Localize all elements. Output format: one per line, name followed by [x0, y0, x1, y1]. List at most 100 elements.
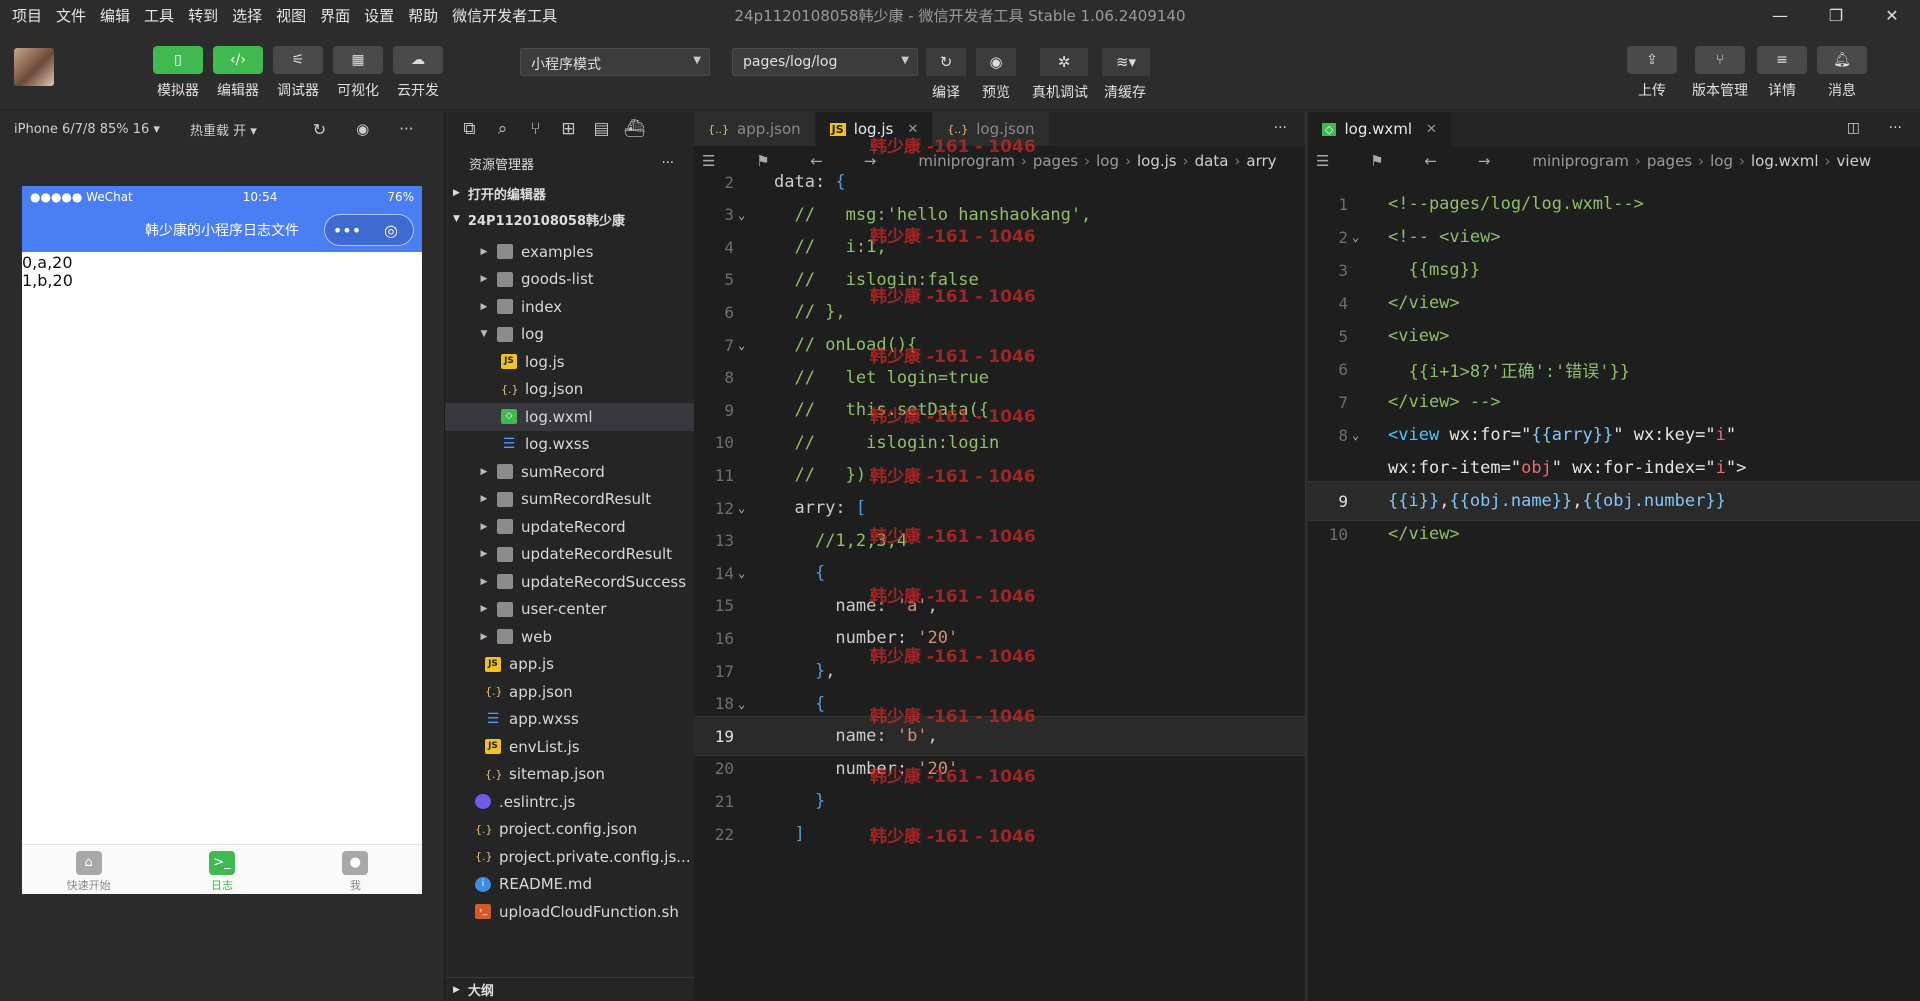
tree-item[interactable]: ◇log.wxml	[445, 403, 694, 431]
record-icon[interactable]: ◉	[356, 120, 369, 138]
maximize-icon[interactable]: ❐	[1808, 0, 1864, 30]
menu-item-goto[interactable]: 转到	[188, 5, 218, 26]
debugger-button[interactable]: ⚟ 调试器	[272, 46, 324, 100]
minimize-icon[interactable]: —	[1752, 0, 1808, 30]
fold-icon[interactable]: ⌄	[1352, 428, 1359, 442]
tab-app-json[interactable]: {..} app.json	[694, 112, 816, 146]
menu-item-select[interactable]: 选择	[232, 5, 262, 26]
upload-button[interactable]: ⇪ 上传	[1626, 46, 1678, 100]
tab-quick-start[interactable]: ⌂ 快速开始	[22, 845, 155, 894]
tree-item[interactable]: {.}project.config.json	[445, 816, 694, 844]
hot-reload-toggle[interactable]: 热重载 开 ▾	[190, 120, 257, 139]
tree-item[interactable]: ▶sumRecordResult	[445, 486, 694, 514]
real-debug-button[interactable]: ✲	[1040, 48, 1088, 76]
split-editor-icon[interactable]: ◫	[1847, 120, 1860, 136]
breadcrumb-item[interactable]: log.wxml	[1751, 152, 1819, 170]
tab-log-js[interactable]: JS log.js ✕	[816, 112, 934, 146]
fold-icon[interactable]: ⌄	[1352, 230, 1359, 244]
open-editors-section[interactable]: ▶ 打开的编辑器	[445, 180, 694, 206]
tab-log-json[interactable]: {..} log.json	[933, 112, 1049, 146]
outline-section[interactable]: ▶ 大纲	[445, 977, 695, 1001]
search-icon[interactable]: ⌕	[486, 119, 519, 139]
visual-button[interactable]: ▦ 可视化	[332, 46, 384, 100]
breadcrumb-item[interactable]: view	[1837, 152, 1872, 170]
fold-icon[interactable]: ⌄	[738, 208, 745, 222]
tree-item[interactable]: ▶examples	[445, 238, 694, 266]
tab-me[interactable]: ● 我	[289, 845, 422, 894]
tree-item[interactable]: ▼log	[445, 321, 694, 349]
clear-cache-button[interactable]: ≋▾	[1102, 48, 1150, 76]
menu-item-devtools[interactable]: 微信开发者工具	[452, 5, 557, 26]
version-button[interactable]: ⑂ 版本管理	[1690, 46, 1750, 100]
page-select[interactable]: pages/log/log ▼	[732, 48, 918, 76]
tree-item[interactable]: ☰app.wxss	[445, 706, 694, 734]
close-icon[interactable]: ✕	[1864, 0, 1920, 30]
close-icon[interactable]: ✕	[907, 122, 918, 137]
more-icon[interactable]: ···	[662, 156, 674, 171]
tree-item[interactable]: ▶goods-list	[445, 266, 694, 294]
close-icon[interactable]: ✕	[1426, 122, 1437, 137]
code-line[interactable]: 22 ]	[694, 814, 1305, 854]
tree-item[interactable]: ▶web	[445, 623, 694, 651]
project-section[interactable]: ▼ 24P1120108058韩少康	[445, 206, 694, 232]
menu-item-interface[interactable]: 界面	[320, 5, 350, 26]
tree-item[interactable]: ☰log.wxss	[445, 431, 694, 459]
nav-icons[interactable]: ☰ ⚑ ← →	[1316, 152, 1508, 170]
menu-item-edit[interactable]: 编辑	[100, 5, 130, 26]
tree-item[interactable]: JSlog.js	[445, 348, 694, 376]
breadcrumb-item[interactable]: miniprogram	[1532, 152, 1628, 170]
compile-button[interactable]: ↻	[926, 48, 966, 76]
editor-button[interactable]: ‹/› 编辑器	[212, 46, 264, 100]
code-area[interactable]: 2data: {3⌄ // msg:'hello hanshaokang',4 …	[694, 176, 1305, 1001]
fold-icon[interactable]: ⌄	[738, 566, 745, 580]
dots-icon[interactable]: •••	[325, 221, 369, 240]
target-icon[interactable]: ◎	[369, 221, 413, 240]
more-icon[interactable]: ···	[399, 120, 413, 138]
menu-item-help[interactable]: 帮助	[408, 5, 438, 26]
storage-icon[interactable]: ▤	[585, 119, 618, 139]
tree-item[interactable]: {.}project.private.config.js...	[445, 843, 694, 871]
menu-item-view[interactable]: 视图	[276, 5, 306, 26]
preview-button[interactable]: ◉	[976, 48, 1016, 76]
code-area[interactable]: 1<!--pages/log/log.wxml-->2⌄<!-- <view>3…	[1308, 176, 1920, 1001]
more-icon[interactable]: ···	[1889, 120, 1902, 136]
cloud-button[interactable]: ☁ 云开发	[392, 46, 444, 100]
simulator-button[interactable]: ▯ 模拟器	[152, 46, 204, 100]
tab-log-wxml[interactable]: ◇ log.wxml ✕	[1308, 112, 1452, 146]
fold-icon[interactable]: ⌄	[738, 338, 745, 352]
docker-icon[interactable]: ⛴	[618, 119, 651, 139]
avatar[interactable]	[14, 48, 54, 86]
rotate-icon[interactable]: ↻	[313, 120, 326, 139]
menu-item-file[interactable]: 文件	[56, 5, 86, 26]
tree-item[interactable]: iREADME.md	[445, 871, 694, 899]
git-icon[interactable]: ⑂	[519, 119, 552, 139]
messages-button[interactable]: 🔔︎ 消息	[1816, 46, 1868, 100]
device-select[interactable]: iPhone 6/7/8 85% 16 ▾	[14, 122, 160, 137]
tree-item[interactable]: ›_uploadCloudFunction.sh	[445, 898, 694, 926]
capsule-button[interactable]: ••• ◎	[324, 214, 414, 246]
tree-item[interactable]: ▶user-center	[445, 596, 694, 624]
fold-icon[interactable]: ⌄	[738, 501, 745, 515]
breadcrumb-item[interactable]: log	[1710, 152, 1733, 170]
menu-item-project[interactable]: 项目	[12, 5, 42, 26]
tree-item[interactable]: {.}log.json	[445, 376, 694, 404]
tree-item[interactable]: JSenvList.js	[445, 733, 694, 761]
tree-item[interactable]: ▶updateRecordSuccess	[445, 568, 694, 596]
more-icon[interactable]: ···	[1274, 120, 1287, 136]
tree-item[interactable]: {.}sitemap.json	[445, 761, 694, 789]
menu-item-tools[interactable]: 工具	[144, 5, 174, 26]
menu-item-settings[interactable]: 设置	[364, 5, 394, 26]
tree-item[interactable]: ▶updateRecordResult	[445, 541, 694, 569]
tree-item[interactable]: ▶updateRecord	[445, 513, 694, 541]
tree-item[interactable]: ▶index	[445, 293, 694, 321]
tree-item[interactable]: ▶sumRecord	[445, 458, 694, 486]
code-line[interactable]: 10</view>	[1308, 514, 1920, 554]
tab-log[interactable]: >_ 日志	[155, 845, 288, 894]
files-icon[interactable]: ⧉	[453, 119, 486, 139]
mode-select[interactable]: 小程序模式 ▼	[520, 48, 710, 76]
extensions-icon[interactable]: ⊞	[552, 119, 585, 139]
tree-item[interactable]: JSapp.js	[445, 651, 694, 679]
breadcrumb-item[interactable]: pages	[1647, 152, 1692, 170]
tree-item[interactable]: .eslintrc.js	[445, 788, 694, 816]
fold-icon[interactable]: ⌄	[738, 697, 745, 711]
